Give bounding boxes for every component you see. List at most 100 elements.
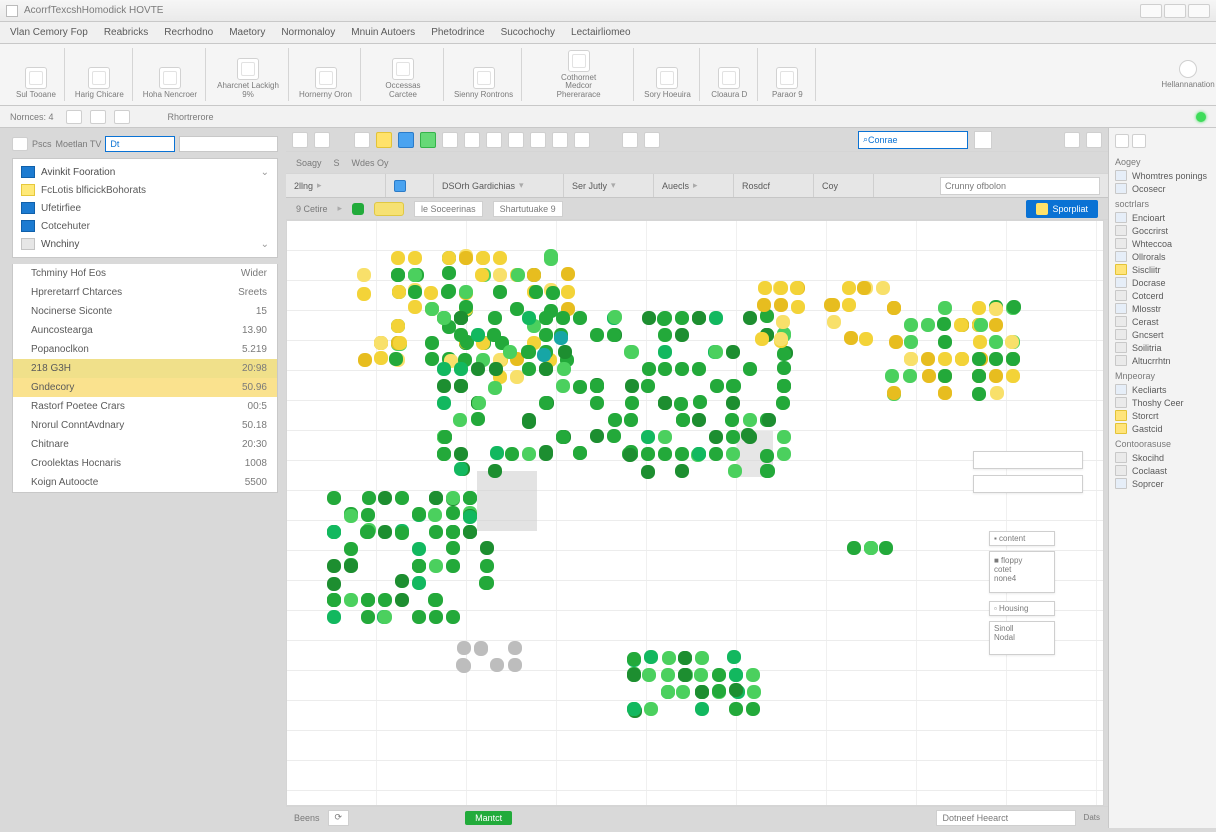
data-point[interactable] [625, 379, 639, 393]
column-header[interactable]: DSOrh Gardichias▾ [434, 174, 564, 197]
data-point[interactable] [903, 369, 917, 383]
data-point[interactable] [658, 311, 672, 325]
data-point[interactable] [692, 413, 706, 427]
toolbar-search-input[interactable]: ⌕ Conrae [858, 131, 968, 149]
data-point[interactable] [954, 318, 968, 332]
data-point[interactable] [607, 328, 621, 342]
data-point[interactable] [842, 281, 856, 295]
data-point[interactable] [938, 335, 952, 349]
data-point[interactable] [726, 430, 740, 444]
data-point[interactable] [694, 668, 708, 682]
data-point[interactable] [824, 298, 838, 312]
data-point[interactable] [437, 311, 451, 325]
data-point[interactable] [676, 685, 690, 699]
view-tab[interactable]: S [334, 158, 340, 168]
menu-item[interactable]: Lectairliomeo [571, 27, 630, 38]
window-maximize-button[interactable] [1164, 4, 1186, 18]
data-point[interactable] [627, 668, 641, 682]
data-point[interactable] [658, 430, 672, 444]
data-point[interactable] [446, 610, 460, 624]
data-point[interactable] [725, 413, 739, 427]
right-panel-item[interactable]: Ollrorals [1115, 250, 1210, 263]
ribbon-group[interactable]: Occessas Carctee [363, 48, 444, 101]
data-point[interactable] [762, 413, 776, 427]
data-point[interactable] [522, 362, 536, 376]
data-point[interactable] [658, 328, 672, 342]
data-point[interactable] [437, 447, 451, 461]
data-point[interactable] [544, 249, 558, 263]
data-point[interactable] [729, 702, 743, 716]
data-point[interactable] [556, 379, 570, 393]
data-point[interactable] [887, 386, 901, 400]
tree-item[interactable]: FcLotis blficickBohorats [13, 181, 277, 199]
data-point[interactable] [887, 301, 901, 315]
data-point[interactable] [904, 335, 918, 349]
legend-box[interactable]: ▫ Housing [989, 601, 1055, 616]
data-point[interactable] [361, 593, 375, 607]
menu-item[interactable]: Maetory [229, 27, 265, 38]
menu-item[interactable]: Reabricks [104, 27, 148, 38]
data-point[interactable] [408, 251, 422, 265]
data-point[interactable] [454, 328, 468, 342]
data-point[interactable] [561, 267, 575, 281]
data-point[interactable] [446, 491, 460, 505]
data-point[interactable] [675, 447, 689, 461]
tool-button[interactable] [464, 132, 480, 148]
data-point[interactable] [937, 317, 951, 331]
data-point[interactable] [344, 593, 358, 607]
data-point[interactable] [537, 348, 551, 362]
tool-button[interactable] [486, 132, 502, 148]
window-minimize-button[interactable] [1140, 4, 1162, 18]
empty-field[interactable] [973, 451, 1083, 469]
property-row[interactable]: Nocinerse Siconte15 [13, 302, 277, 321]
data-point[interactable] [709, 447, 723, 461]
data-point[interactable] [480, 559, 494, 573]
data-point[interactable] [454, 379, 468, 393]
data-point[interactable] [360, 525, 374, 539]
data-point[interactable] [408, 268, 422, 282]
status-button[interactable]: ⟳ [328, 810, 350, 826]
menu-item[interactable]: Sucochochy [501, 27, 555, 38]
legend-box[interactable]: ■ floppycotetnone4 [989, 551, 1055, 593]
data-point[interactable] [522, 311, 536, 325]
data-point[interactable] [539, 396, 553, 410]
data-point[interactable] [938, 369, 952, 383]
data-point[interactable] [1006, 369, 1020, 383]
data-point[interactable] [487, 328, 501, 342]
data-point[interactable] [459, 251, 473, 265]
right-panel-item[interactable]: Docrase [1115, 276, 1210, 289]
data-point[interactable] [774, 332, 788, 346]
column-search-input[interactable]: Crunny ofbolon [940, 177, 1100, 195]
view-tab[interactable]: Wdes Oy [352, 158, 389, 168]
data-point[interactable] [475, 268, 489, 282]
data-point[interactable] [709, 311, 723, 325]
data-point[interactable] [627, 702, 641, 716]
panel-button[interactable] [1115, 134, 1129, 148]
data-point[interactable] [675, 464, 689, 478]
data-point[interactable] [412, 576, 426, 590]
data-point[interactable] [554, 331, 568, 345]
data-point[interactable] [561, 285, 575, 299]
data-point[interactable] [876, 281, 890, 295]
data-point[interactable] [590, 429, 604, 443]
tree-item[interactable]: Cotcehuter [13, 217, 277, 235]
data-point[interactable] [758, 281, 772, 295]
data-point[interactable] [361, 610, 375, 624]
data-point[interactable] [471, 362, 485, 376]
data-point[interactable] [590, 379, 604, 393]
right-panel-item[interactable]: Coclaast [1115, 464, 1210, 477]
data-point[interactable] [726, 447, 740, 461]
data-point[interactable] [471, 328, 485, 342]
data-point[interactable] [412, 559, 426, 573]
data-point[interactable] [921, 352, 935, 366]
tool-button[interactable] [974, 131, 992, 149]
data-point[interactable] [710, 379, 724, 393]
right-panel-item[interactable]: Goccrirst [1115, 224, 1210, 237]
ribbon-group[interactable]: Paraor 9 [760, 48, 816, 101]
tool-button[interactable] [292, 132, 308, 148]
data-point[interactable] [774, 281, 788, 295]
data-point[interactable] [658, 447, 672, 461]
data-point[interactable] [361, 508, 375, 522]
data-point[interactable] [489, 362, 503, 376]
column-header[interactable]: Rosdcf [734, 174, 814, 197]
